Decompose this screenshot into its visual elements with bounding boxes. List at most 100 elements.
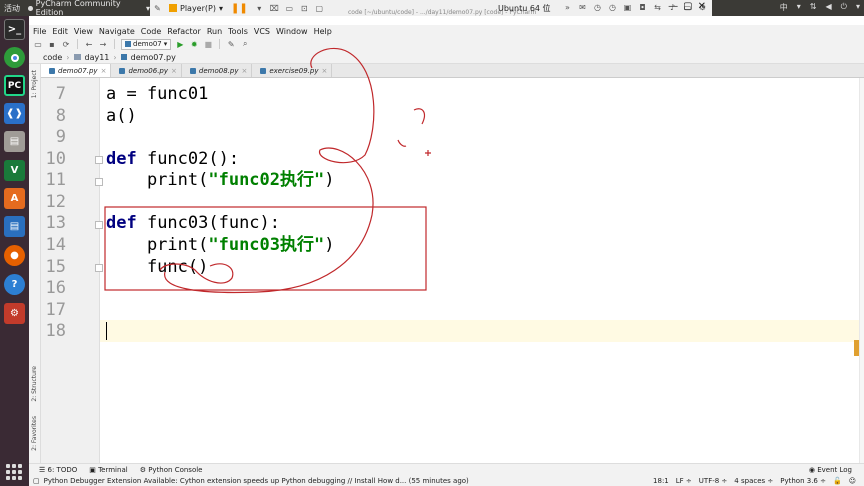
folder-icon[interactable]: ▭	[33, 39, 43, 49]
file-encoding[interactable]: UTF-8 ÷	[699, 477, 728, 485]
files-icon[interactable]: ▤	[4, 131, 25, 152]
run-config-select[interactable]: demo07 ▾	[121, 38, 172, 50]
disk-icon[interactable]: ◘	[637, 2, 648, 13]
chevron-down-icon[interactable]: ▾	[797, 2, 801, 13]
menu-refactor[interactable]: Refactor	[167, 27, 201, 36]
vscode-icon[interactable]: ❰❱	[4, 103, 25, 124]
status-widgets: 18:1 LF ÷ UTF-8 ÷ 4 spaces ÷ Python 3.6 …	[653, 477, 856, 485]
close-icon[interactable]: ×	[171, 67, 177, 75]
indent-setting[interactable]: 4 spaces ÷	[734, 477, 773, 485]
input-method[interactable]: 中	[780, 2, 788, 13]
layout-icon[interactable]: ▢	[33, 477, 40, 485]
show-apps-icon[interactable]	[6, 464, 22, 480]
caret-position[interactable]: 18:1	[653, 477, 669, 485]
firefox-icon[interactable]: ●	[4, 245, 25, 266]
unity-icon[interactable]: ▢	[314, 3, 325, 14]
menu-file[interactable]: File	[33, 27, 46, 36]
menu-edit[interactable]: Edit	[52, 27, 68, 36]
line-separator[interactable]: LF ÷	[676, 477, 692, 485]
forward-icon[interactable]: →	[98, 39, 108, 49]
tab-demo07[interactable]: demo07.py ×	[41, 64, 112, 77]
network-icon[interactable]: ⇅	[810, 2, 817, 13]
run-icon[interactable]: ▶	[175, 39, 185, 49]
python-file-icon	[260, 67, 267, 74]
player-label: Player(P)	[180, 3, 216, 13]
close-icon[interactable]: ✕	[698, 1, 706, 12]
favorites-tool-tab[interactable]: 2: Favorites	[31, 416, 38, 451]
clock-icon[interactable]: ◷	[607, 2, 618, 13]
maximize-icon[interactable]: ▢	[683, 1, 692, 12]
close-icon[interactable]: ×	[321, 67, 327, 75]
fold-marker[interactable]	[95, 178, 103, 186]
sync-icon[interactable]: ⟳	[61, 39, 71, 49]
chevron-down-icon[interactable]: ▾	[856, 2, 860, 13]
minimize-icon[interactable]: —	[668, 1, 678, 12]
search-icon[interactable]: ⌕	[240, 39, 250, 49]
pause-icon[interactable]: ❚❚	[231, 3, 248, 14]
tab-exercise09[interactable]: exercise09.py ×	[252, 64, 333, 77]
inspector-icon[interactable]: ☺	[849, 477, 856, 485]
left-tool-strip: 1: Project 2: Structure 2: Favorites	[29, 64, 41, 463]
python-console-tool-button[interactable]: ⚙ Python Console	[140, 466, 203, 474]
code-editor[interactable]: 7 8 9 10 11 12 13 14 15 16 17 18 a = fun…	[41, 78, 859, 463]
todo-tool-button[interactable]: ☰ 6: TODO	[39, 466, 77, 474]
menu-help[interactable]: Help	[314, 27, 332, 36]
pycharm-icon[interactable]: PC	[4, 75, 25, 96]
send-keys-icon[interactable]: ⌧	[269, 3, 280, 14]
power-icon[interactable]: ⏻	[841, 2, 847, 13]
message-icon[interactable]: ✉	[577, 2, 588, 13]
fold-marker[interactable]	[95, 221, 103, 229]
terminal-icon[interactable]: >_	[4, 19, 25, 40]
chevron-down-icon[interactable]: ▾	[254, 3, 265, 14]
menu-window[interactable]: Window	[276, 27, 308, 36]
breadcrumb-file[interactable]: demo07.py	[131, 53, 176, 62]
menu-navigate[interactable]: Navigate	[99, 27, 135, 36]
tab-demo06[interactable]: demo06.py ×	[111, 64, 182, 77]
menu-code[interactable]: Code	[141, 27, 161, 36]
chevron-double-icon[interactable]: »	[562, 2, 573, 13]
breadcrumb-folder[interactable]: day11	[85, 53, 110, 62]
fold-marker[interactable]	[95, 156, 103, 164]
structure-tool-tab[interactable]: 2: Structure	[31, 366, 38, 402]
tab-demo08[interactable]: demo08.py ×	[182, 64, 253, 77]
save-icon[interactable]: ▪	[47, 39, 57, 49]
clock-icon[interactable]: ◷	[592, 2, 603, 13]
window-icon[interactable]: ▣	[622, 2, 633, 13]
status-message[interactable]: Python Debugger Extension Available: Cyt…	[44, 477, 469, 485]
network-icon[interactable]: ⇆	[652, 2, 663, 13]
pin-icon[interactable]: ✎	[152, 3, 163, 14]
terminal-tool-button[interactable]: ▣ Terminal	[89, 466, 127, 474]
breadcrumb-project[interactable]: code	[43, 53, 62, 62]
fold-marker[interactable]	[95, 264, 103, 272]
menu-tools[interactable]: Tools	[228, 27, 248, 36]
activities-button[interactable]: 活动	[0, 3, 28, 14]
line-number: 8	[55, 106, 66, 126]
python-interpreter[interactable]: Python 3.6 ÷	[780, 477, 826, 485]
menu-run[interactable]: Run	[207, 27, 222, 36]
player-menu[interactable]: Player(P) ▾	[169, 4, 223, 13]
document-icon[interactable]: ▤	[4, 216, 25, 237]
python-file-icon	[189, 67, 196, 74]
line-number: 14	[45, 235, 66, 255]
back-icon[interactable]: ←	[84, 39, 94, 49]
stop-icon[interactable]: ■	[203, 39, 213, 49]
close-icon[interactable]: ×	[241, 67, 247, 75]
project-tool-tab[interactable]: 1: Project	[31, 70, 38, 98]
debug-icon[interactable]: ✹	[189, 39, 199, 49]
software-center-icon[interactable]: A	[4, 188, 25, 209]
app-menu[interactable]: PyCharm Community Edition ▾	[28, 0, 150, 17]
event-log-button[interactable]: ◉ Event Log	[809, 466, 852, 474]
settings-icon[interactable]: ⚙	[4, 303, 25, 324]
menu-view[interactable]: View	[74, 27, 93, 36]
close-icon[interactable]: ×	[101, 67, 107, 75]
wrench-icon[interactable]: ✎	[226, 39, 236, 49]
volume-icon[interactable]: ◀	[826, 2, 832, 13]
screen-icon[interactable]: ▭	[284, 3, 295, 14]
chrome-icon[interactable]	[4, 47, 25, 68]
right-scrollbar[interactable]	[859, 78, 864, 463]
menu-vcs[interactable]: VCS	[254, 27, 270, 36]
help-icon[interactable]: ?	[4, 274, 25, 295]
vim-icon[interactable]: V	[4, 160, 25, 181]
fit-icon[interactable]: ⊡	[299, 3, 310, 14]
lock-icon[interactable]: 🔓	[833, 477, 842, 485]
